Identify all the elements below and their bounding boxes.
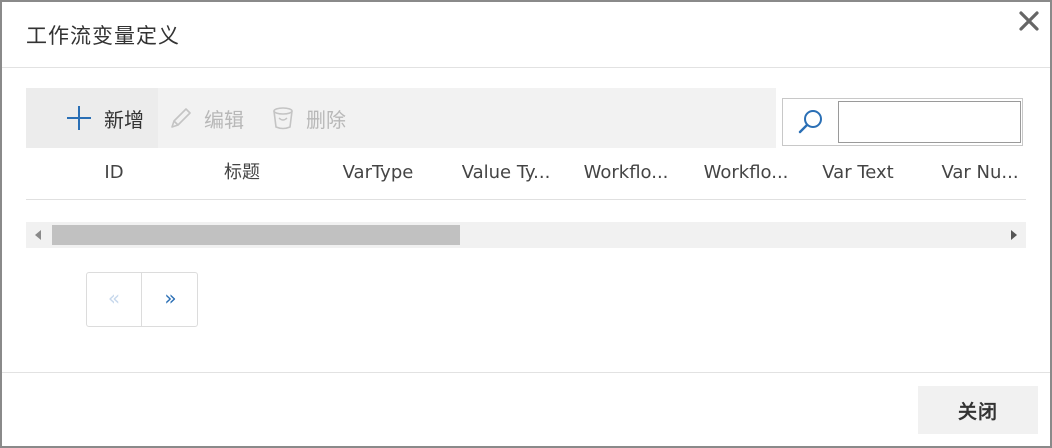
column-header-workflow-1[interactable]: Workflo... [566,150,686,199]
search-input[interactable] [838,101,1021,143]
previous-page-button[interactable]: « [87,273,142,326]
edit-button[interactable]: 编辑 [168,88,262,148]
dialog-footer: 关闭 [2,372,1050,446]
left-arrow-icon[interactable] [26,222,50,248]
add-button[interactable]: 新增 [26,88,158,148]
column-header-var-text[interactable]: Var Text [798,150,918,199]
pencil-icon [171,108,191,128]
dialog-header: 工作流变量定义 [2,2,1050,68]
delete-button-label: 删除 [306,107,346,132]
trash-icon [273,107,293,130]
column-header-var-number[interactable]: Var Nu... [920,150,1026,199]
column-header-valuetype[interactable]: Value Ty... [446,150,566,199]
right-arrow-icon[interactable] [1002,222,1026,248]
plus-icon [67,106,91,130]
column-header-title[interactable]: 标题 [182,150,302,199]
delete-button[interactable]: 删除 [270,88,362,148]
column-header-workflow-2[interactable]: Workflo... [686,150,806,199]
variable-definition-dialog: 工作流变量定义 新增 编辑 删除 ID 标题 VarType Value Ty.… [0,0,1052,448]
dialog-title: 工作流变量定义 [26,24,180,48]
edit-button-label: 编辑 [204,107,244,132]
pagination: « » [86,272,198,327]
grid-header: ID 标题 VarType Value Ty... Workflo... Wor… [26,150,1026,200]
search-box [782,98,1023,146]
close-icon[interactable] [1016,8,1042,34]
column-header-id[interactable]: ID [54,150,174,199]
search-icon[interactable] [783,99,837,145]
close-button[interactable]: 关闭 [918,386,1038,434]
next-page-button[interactable]: » [143,273,198,326]
add-button-label: 新增 [104,107,144,132]
toolbar: 新增 编辑 删除 [26,88,776,148]
horizontal-scrollbar[interactable] [26,222,1026,248]
column-header-vartype[interactable]: VarType [318,150,438,199]
scrollbar-thumb[interactable] [52,225,460,245]
